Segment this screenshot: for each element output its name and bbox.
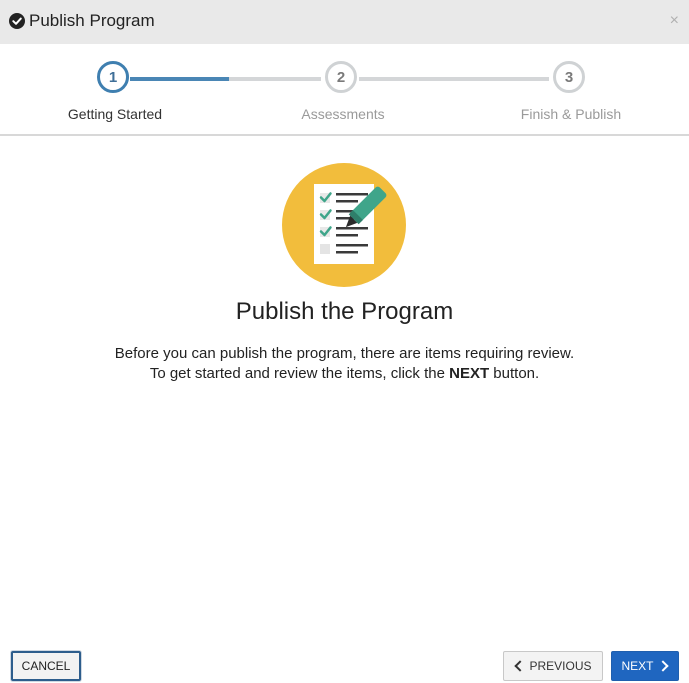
description-line-2: To get started and review the items, cli… <box>0 364 689 384</box>
check-circle-icon <box>9 13 25 29</box>
next-button[interactable]: NEXT <box>611 651 679 681</box>
stepper-track <box>359 77 549 81</box>
description-line-2-suffix: button. <box>489 365 540 382</box>
step-2-label[interactable]: Assessments <box>263 106 423 122</box>
cancel-label: CANCEL <box>21 659 71 673</box>
chevron-right-icon <box>656 660 669 672</box>
stepper-track-complete <box>130 77 229 81</box>
description-line-2-prefix: To get started and review the items, cli… <box>149 365 450 382</box>
dialog-title: Publish Program <box>29 11 155 30</box>
progress-stepper: 1 2 3 Getting Started Assessments Finish… <box>0 44 689 136</box>
stepper-divider <box>0 134 689 136</box>
step-2-circle[interactable]: 2 <box>325 61 357 93</box>
close-icon[interactable]: × <box>670 12 679 30</box>
chevron-left-icon <box>514 660 527 672</box>
description-text: Before you can publish the program, ther… <box>0 344 689 384</box>
previous-button[interactable]: PREVIOUS <box>503 651 603 681</box>
dialog-titlebar: Publish Program × <box>0 0 689 44</box>
step-3-label[interactable]: Finish & Publish <box>491 106 651 122</box>
step-1-circle[interactable]: 1 <box>97 61 129 93</box>
stepper-track <box>229 77 321 81</box>
checklist-illustration-icon <box>282 163 406 287</box>
page-heading: Publish the Program <box>235 298 454 325</box>
next-emphasis: NEXT <box>449 365 490 382</box>
step-3-circle[interactable]: 3 <box>553 61 585 93</box>
step-1-label[interactable]: Getting Started <box>35 106 195 122</box>
previous-label: PREVIOUS <box>529 659 592 673</box>
next-label: NEXT <box>621 659 654 673</box>
cancel-button[interactable]: CANCEL <box>11 651 81 681</box>
description-line-1: Before you can publish the program, ther… <box>114 345 575 362</box>
